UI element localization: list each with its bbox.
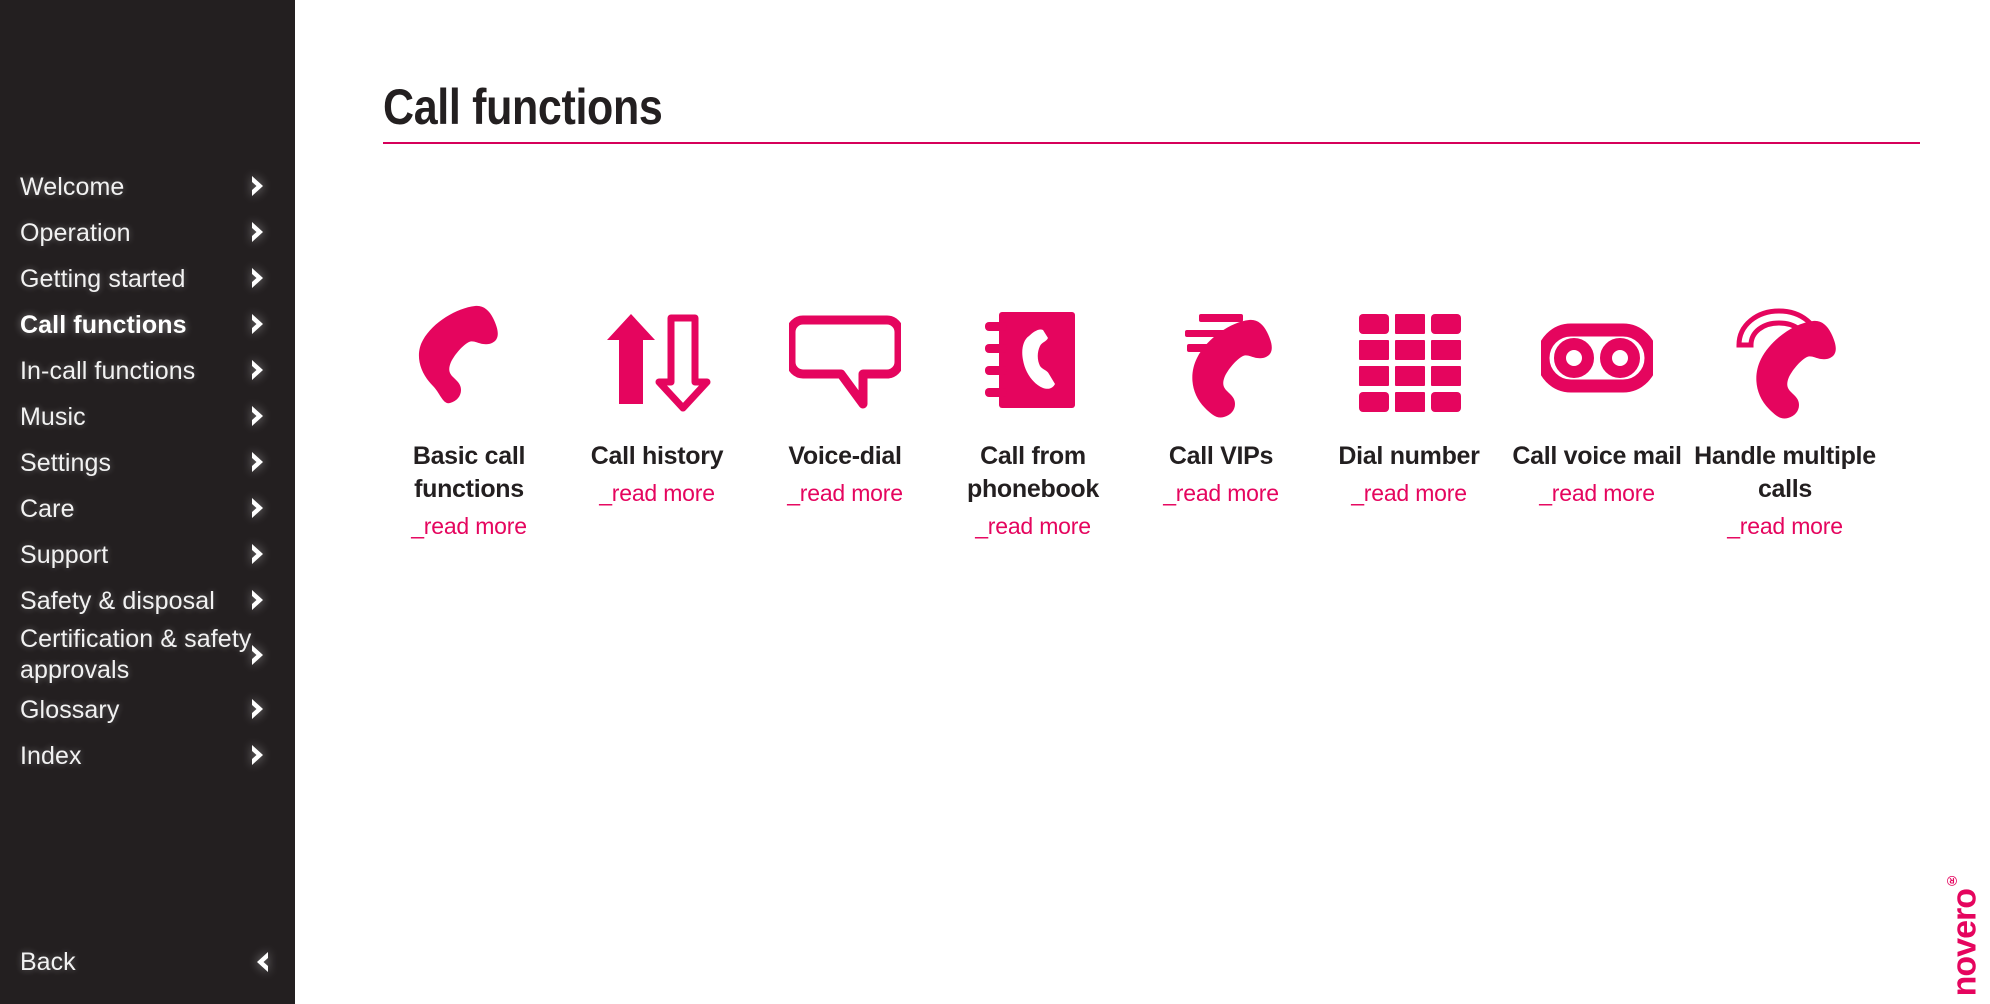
up-down-arrows-icon <box>563 300 751 418</box>
tile-grid: Basic call functions _read more Call histo… <box>375 300 1935 541</box>
chevron-right-icon <box>247 347 273 393</box>
sidebar-item-certification-safety-approvals[interactable]: Certification & safety approvals <box>0 623 295 686</box>
sidebar-item-label: Operation <box>20 219 131 248</box>
chevron-right-icon <box>247 531 273 577</box>
sidebar-item-welcome[interactable]: Welcome <box>0 163 295 209</box>
phone-handset-icon <box>375 300 563 418</box>
read-more-link[interactable]: _read more <box>375 511 563 541</box>
dialpad-icon <box>1315 300 1503 418</box>
read-more-link[interactable]: _read more <box>1315 478 1503 508</box>
tile-label: Voice-dial <box>788 442 902 470</box>
sidebar-item-call-functions[interactable]: Call functions <box>0 301 295 347</box>
chevron-right-icon <box>247 686 273 732</box>
sidebar-item-support[interactable]: Support <box>0 531 295 577</box>
title-underline-rule <box>383 142 1920 144</box>
tile-call-voice-mail[interactable]: Call voice mail _read more <box>1503 300 1691 508</box>
tile-call-history[interactable]: Call history _read more <box>563 300 751 508</box>
tile-handle-multiple-calls[interactable]: Handle multiple calls _read more <box>1691 300 1879 541</box>
sidebar-item-label: In-call functions <box>20 357 196 386</box>
tile-label: Call history <box>590 442 724 470</box>
sidebar-item-operation[interactable]: Operation <box>0 209 295 255</box>
sidebar-item-label: Support <box>20 541 109 570</box>
sidebar-item-getting-started[interactable]: Getting started <box>0 255 295 301</box>
incoming-call-icon <box>1127 300 1315 418</box>
tile-label: Handle multiple calls <box>1694 442 1876 503</box>
speech-bubble-icon <box>751 300 939 418</box>
back-label: Back <box>20 948 76 976</box>
tile-dial-number[interactable]: Dial number _read more <box>1315 300 1503 508</box>
two-handsets-icon <box>1691 300 1879 419</box>
sidebar-item-index[interactable]: Index <box>0 732 295 778</box>
tile-basic-call-functions[interactable]: Basic call functions _read more <box>375 300 563 541</box>
chevron-right-icon <box>247 623 273 686</box>
phonebook-icon <box>939 300 1127 418</box>
sidebar-item-in-call-functions[interactable]: In-call functions <box>0 347 295 393</box>
tile-label: Call from phonebook <box>966 442 1099 503</box>
brand-logo: novero® <box>1944 874 1984 996</box>
cassette-tape-icon <box>1503 300 1691 418</box>
sidebar-item-label: Certification & safety approvals <box>20 625 252 684</box>
chevron-right-icon <box>247 163 273 209</box>
sidebar-item-label: Safety & disposal <box>20 587 215 616</box>
sidebar-item-safety-disposal[interactable]: Safety & disposal <box>0 577 295 623</box>
sidebar-item-label: Welcome <box>20 173 125 202</box>
sidebar-item-label: Call functions <box>20 311 187 340</box>
sidebar-item-label: Index <box>20 742 82 771</box>
sidebar-item-settings[interactable]: Settings <box>0 439 295 485</box>
tile-call-vips[interactable]: Call VIPs _read more <box>1127 300 1315 508</box>
sidebar-item-label: Settings <box>20 449 112 478</box>
sidebar-item-label: Getting started <box>20 265 186 294</box>
sidebar-item-care[interactable]: Care <box>0 485 295 531</box>
tile-label: Call voice mail <box>1512 442 1682 470</box>
brand-trademark: ® <box>1943 873 1960 889</box>
read-more-link[interactable]: _read more <box>1503 478 1691 508</box>
tile-label: Basic call functions <box>412 442 526 503</box>
chevron-left-icon <box>247 939 273 985</box>
chevron-right-icon <box>247 485 273 531</box>
tile-label: Dial number <box>1338 442 1480 470</box>
sidebar-item-glossary[interactable]: Glossary <box>0 686 295 732</box>
chevron-right-icon <box>247 732 273 778</box>
back-button[interactable]: Back <box>0 939 295 985</box>
tile-label: Call VIPs <box>1168 442 1274 470</box>
chevron-right-icon <box>247 255 273 301</box>
read-more-link[interactable]: _read more <box>751 478 939 508</box>
read-more-link[interactable]: _read more <box>563 478 751 508</box>
chevron-right-icon <box>247 301 273 347</box>
sidebar-item-label: Music <box>20 403 86 432</box>
sidebar-item-label: Glossary <box>20 696 120 725</box>
read-more-link[interactable]: _read more <box>1691 511 1879 541</box>
read-more-link[interactable]: _read more <box>1127 478 1315 508</box>
chevron-right-icon <box>247 577 273 623</box>
sidebar-nav-list: Welcome Operation Getting started Call func… <box>0 163 295 778</box>
main-content: Call functions Basic call functions _read… <box>295 0 1990 1004</box>
chevron-right-icon <box>247 209 273 255</box>
sidebar-item-label: Care <box>20 495 75 524</box>
brand-name: novero <box>1945 888 1983 996</box>
chevron-right-icon <box>247 393 273 439</box>
page-title: Call functions <box>383 79 663 135</box>
tile-call-from-phonebook[interactable]: Call from phonebook _read more <box>939 300 1127 541</box>
sidebar-item-music[interactable]: Music <box>0 393 295 439</box>
chevron-right-icon <box>247 439 273 485</box>
read-more-link[interactable]: _read more <box>939 511 1127 541</box>
sidebar: Welcome Operation Getting started Call func… <box>0 0 295 1004</box>
tile-voice-dial[interactable]: Voice-dial _read more <box>751 300 939 508</box>
